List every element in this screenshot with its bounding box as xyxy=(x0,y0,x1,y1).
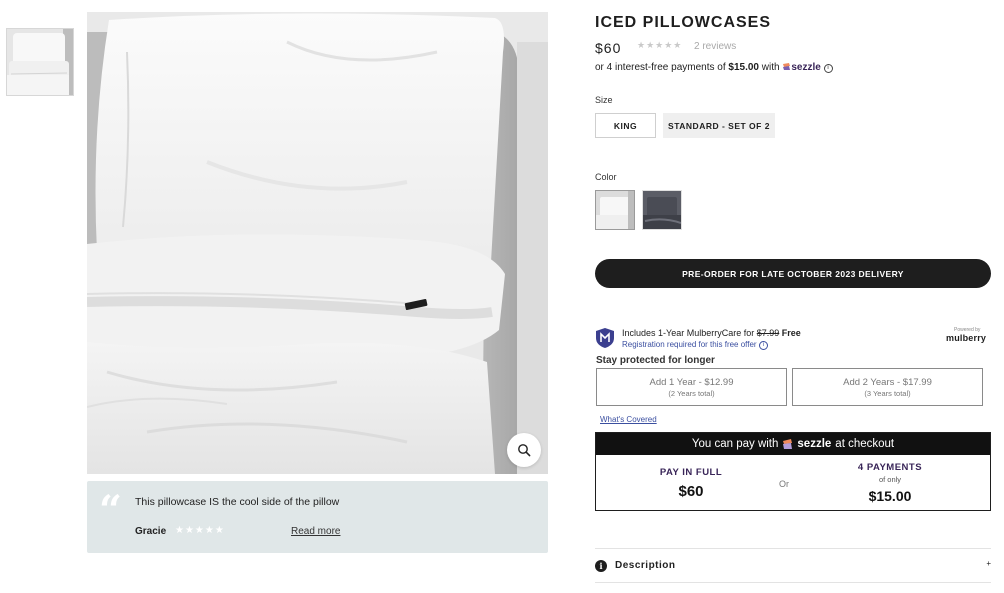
installments-with: with xyxy=(759,62,783,73)
mulberry-registration-text: Registration required for this free offe… xyxy=(622,340,757,349)
mulberry-shield-icon xyxy=(596,328,614,348)
divider xyxy=(595,582,991,583)
sezzle-logo-icon xyxy=(783,439,793,449)
sezzle-header-prefix: You can pay with xyxy=(691,438,779,450)
sezzle-header: You can pay with sezzle at checkout xyxy=(596,433,990,455)
four-payments-subtitle: of only xyxy=(878,475,902,484)
mulberry-offer: Includes 1-Year MulberryCare for $7.99 F… xyxy=(622,328,801,338)
four-payments-label: 4 PAYMENTS xyxy=(857,462,923,473)
mulberry-old-price: $7.99 xyxy=(756,328,780,338)
product-thumbnail[interactable] xyxy=(6,28,74,96)
pillow-bedding-photo xyxy=(87,12,548,474)
product-title: ICED PILLOWCASES xyxy=(595,14,772,31)
description-accordion[interactable]: i Description + xyxy=(595,558,991,574)
white-pillow-swatch-image xyxy=(596,191,634,229)
rating-stars: ★★★★★ xyxy=(637,40,683,50)
grey-pillow-swatch-image xyxy=(643,191,681,229)
stay-protected-heading: Stay protected for longer xyxy=(596,355,715,366)
info-filled-icon: i xyxy=(595,560,607,572)
color-label: Color xyxy=(595,172,617,182)
review-card: “ This pillowcase IS the cool side of th… xyxy=(87,481,548,553)
description-label: Description xyxy=(615,560,676,571)
sezzle-header-brand: sezzle xyxy=(797,438,832,450)
review-stars: ★★★★★ xyxy=(175,525,225,536)
or-separator: Or xyxy=(779,479,789,489)
magnifier-icon xyxy=(518,444,531,457)
pay-in-full-label: PAY IN FULL xyxy=(659,467,723,478)
four-payments-value: $15.00 xyxy=(868,488,912,504)
whats-covered-link[interactable]: What's Covered xyxy=(600,415,657,424)
color-swatch-grey[interactable] xyxy=(642,190,682,230)
size-option-standard[interactable]: STANDARD - SET OF 2 xyxy=(663,113,775,138)
quote-icon: “ xyxy=(99,487,123,534)
mulberry-offer-prefix: Includes 1-Year MulberryCare for xyxy=(622,328,757,338)
divider xyxy=(595,548,991,549)
plan-1-subtitle: (2 Years total) xyxy=(668,389,715,398)
sezzle-header-suffix: at checkout xyxy=(835,438,895,450)
mulberry-logo: mulberry xyxy=(946,333,987,343)
color-swatch-white[interactable] xyxy=(595,190,635,230)
plan-2-title: Add 2 Years - $17.99 xyxy=(843,377,932,388)
mulberry-info-icon[interactable]: i xyxy=(758,341,768,350)
sezzle-logo-icon xyxy=(783,63,791,70)
mulberry-registration-note: Registration required for this free offe… xyxy=(622,340,768,350)
installments-prefix: or 4 interest-free payments of xyxy=(595,62,729,73)
read-more-link[interactable]: Read more xyxy=(291,526,340,537)
product-price: $60 xyxy=(595,40,622,56)
review-author: Gracie xyxy=(135,526,167,537)
installments-amount: $15.00 xyxy=(728,62,759,73)
reviews-link[interactable]: 2 reviews xyxy=(694,41,736,52)
size-label: Size xyxy=(595,95,613,105)
expand-icon: + xyxy=(986,559,991,568)
preorder-button[interactable]: PRE-ORDER FOR LATE OCTOBER 2023 DELIVERY xyxy=(595,259,991,288)
mulberry-free: Free xyxy=(779,328,801,338)
info-icon[interactable]: i xyxy=(823,64,833,73)
sezzle-brand-inline: sezzle xyxy=(791,62,821,73)
protection-plan-1-year[interactable]: Add 1 Year - $12.99 (2 Years total) xyxy=(596,368,787,406)
product-main-image[interactable] xyxy=(87,12,548,474)
pillow-thumbnail-image xyxy=(7,29,73,95)
size-option-king[interactable]: KING xyxy=(595,113,656,138)
protection-plan-2-years[interactable]: Add 2 Years - $17.99 (3 Years total) xyxy=(792,368,983,406)
plan-2-subtitle: (3 Years total) xyxy=(864,389,911,398)
pay-in-full-value: $60 xyxy=(678,483,704,500)
sezzle-payment-box: You can pay with sezzle at checkout PAY … xyxy=(595,432,991,511)
installments-text: or 4 interest-free payments of $15.00 wi… xyxy=(595,62,833,73)
review-text: This pillowcase IS the cool side of the … xyxy=(135,496,340,508)
plan-1-title: Add 1 Year - $12.99 xyxy=(649,377,734,388)
zoom-button[interactable] xyxy=(507,433,541,467)
